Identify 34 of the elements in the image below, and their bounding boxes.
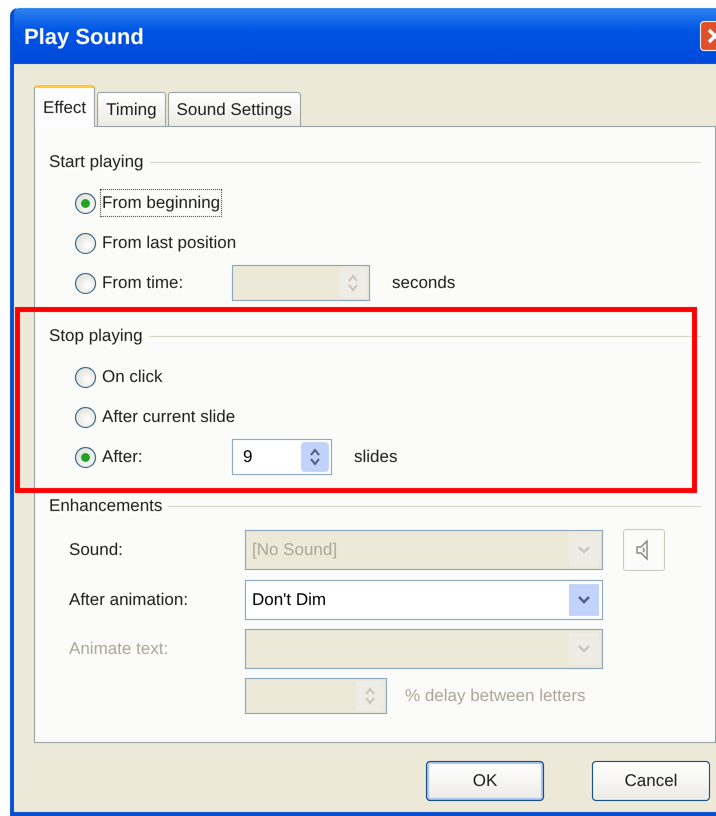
radio-label[interactable]: On click [100,363,164,391]
unit-label: seconds [392,272,456,294]
radio-button[interactable] [75,446,96,468]
field-label: Sound: [69,539,124,562]
spinner-arrows-icon[interactable] [301,442,329,472]
radio-button[interactable] [75,272,96,294]
dropdown-value: [No Sound] [251,539,338,562]
spin-field[interactable]: 9 [232,439,332,475]
field-label: After animation: [69,589,190,612]
dropdown[interactable]: Don't Dim [245,580,603,620]
tab[interactable]: Effect [34,85,96,127]
tab[interactable]: Sound Settings [168,92,301,126]
chevron-down-icon[interactable] [569,584,599,616]
unit-label: slides [354,446,398,468]
radio-label[interactable]: From last position [100,229,238,257]
spin-value: 9 [243,446,252,468]
dropdown-value: Don't Dim [251,589,328,612]
radio-label[interactable]: From time: [100,269,228,297]
radio-label[interactable]: After current slide [100,403,238,431]
group-title: Enhancements [49,495,162,518]
radio-button[interactable] [75,192,96,214]
radio-button[interactable] [75,406,96,428]
dialog-button[interactable]: Cancel [592,761,710,801]
unit-label: % delay between letters [405,685,586,708]
group-title: Start playing [49,151,144,174]
group-title: Stop playing [49,325,143,348]
radio-button[interactable] [75,366,96,388]
dialog-button[interactable]: OK [426,761,544,801]
window-title: Play Sound [24,22,144,51]
radio-label[interactable]: From beginning [100,189,222,217]
tab[interactable]: Timing [97,92,166,126]
field-label: Animate text: [69,638,170,660]
radio-button[interactable] [75,232,96,254]
radio-label[interactable]: After: [100,443,228,471]
